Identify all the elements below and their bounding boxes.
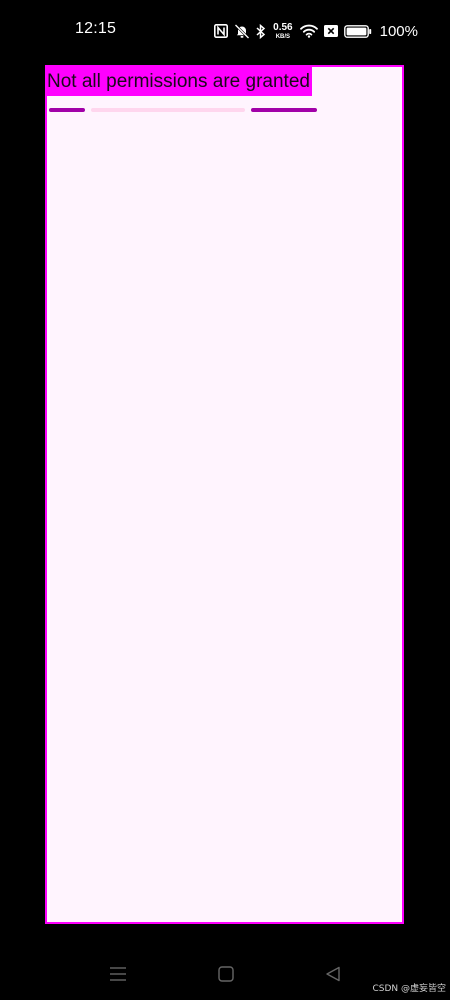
network-speed-value: 0.56 xyxy=(273,21,293,33)
watermark: CSDN @虚妄皆空 xyxy=(372,984,446,994)
battery-icon xyxy=(343,24,372,38)
wifi-icon xyxy=(299,24,318,38)
progress-segment-active xyxy=(49,108,85,112)
app-window: Not all permissions are granted xyxy=(45,65,404,924)
home-icon[interactable] xyxy=(215,963,237,985)
network-speed-unit: KB/S xyxy=(275,33,291,40)
sim-x-icon xyxy=(323,25,338,37)
permission-message: Not all permissions are granted xyxy=(47,67,312,96)
mute-icon xyxy=(234,23,250,39)
back-icon[interactable] xyxy=(322,963,344,985)
battery-percent: 100% xyxy=(379,22,418,40)
menu-icon[interactable] xyxy=(107,963,129,985)
bluetooth-icon xyxy=(256,23,266,39)
progress-segment-inactive xyxy=(91,108,245,112)
progress-segment-active xyxy=(251,108,317,112)
nfc-icon xyxy=(214,24,229,38)
status-time: 12:15 xyxy=(75,20,117,37)
network-speed: 0.56 KB/S xyxy=(273,21,293,40)
status-icons: 0.56 KB/S 100% xyxy=(214,20,418,42)
progress-indicator xyxy=(49,108,319,113)
status-bar: 12:15 0.56 KB/S 100% xyxy=(0,0,450,60)
